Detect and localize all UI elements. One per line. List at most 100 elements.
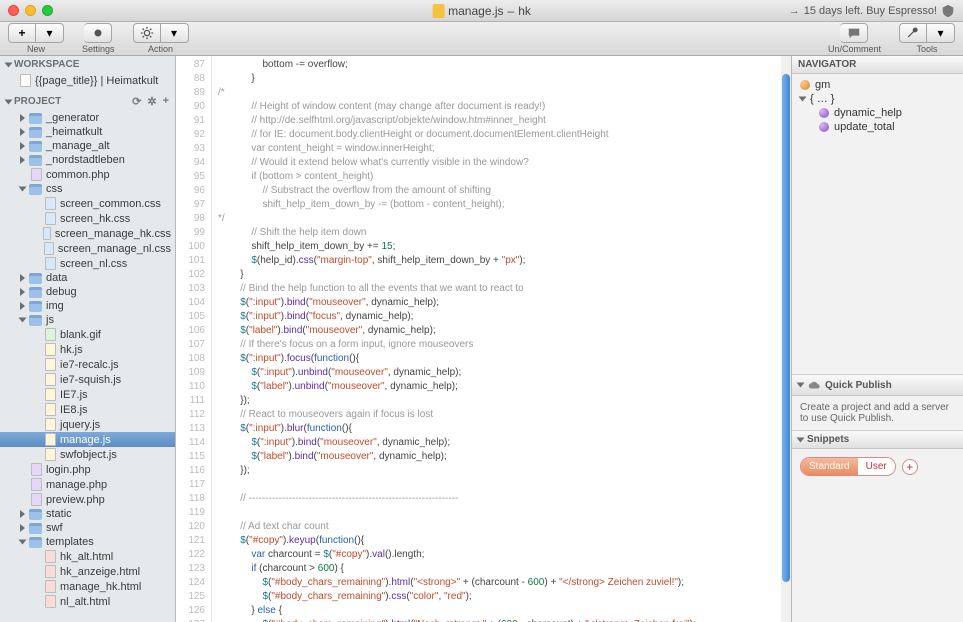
file-item[interactable]: hk_alt.html [0,549,175,564]
navigator-item[interactable]: dynamic_help [798,106,957,120]
folder-item[interactable]: js [0,313,175,327]
navigator-item[interactable]: update_total [798,120,957,134]
file-item[interactable]: ie7-recalc.js [0,357,175,372]
title-app: hk [518,4,531,18]
project-tree: _generator _heimatkult_manage_alt_nordsta… [0,111,175,613]
tools-dropdown[interactable]: ▾ [927,23,955,43]
file-item[interactable]: IE7.js [0,387,175,402]
file-item[interactable]: hk.js [0,342,175,357]
file-item[interactable]: jquery.js [0,417,175,432]
file-item[interactable]: blank.gif [0,327,175,342]
folder-item[interactable]: _heimatkult [0,125,175,139]
disclosure-triangle-icon [19,318,27,323]
file-item[interactable]: screen_manage_hk.css [0,226,175,241]
tools-button[interactable] [899,23,927,43]
folder-item[interactable]: templates [0,535,175,549]
gear-icon [140,26,154,40]
folder-item[interactable]: static [0,507,175,521]
navigator-item[interactable]: { … } [798,92,957,106]
file-item[interactable]: screen_manage_nl.css [0,241,175,256]
project-header[interactable]: PROJECT ⟳ ✲ + [0,92,175,111]
file-icon [45,565,56,578]
file-item[interactable]: login.php [0,462,175,477]
code-editor[interactable]: 8788899091929394959697989910010110210310… [176,56,791,622]
scrollbar-thumb[interactable] [782,74,790,582]
tree-label: ie7-squish.js [60,374,121,386]
folder-item[interactable]: css [0,182,175,196]
navigator-label: dynamic_help [834,107,902,119]
file-item[interactable]: screen_common.css [0,196,175,211]
tree-label: _generator [46,112,99,124]
tree-label: screen_common.css [60,198,161,210]
tree-label: manage.php [46,479,107,491]
quickpublish-header[interactable]: Quick Publish [792,374,963,396]
folder-item[interactable]: _generator [0,111,175,125]
file-item[interactable]: manage_hk.html [0,579,175,594]
new-button[interactable]: + [8,23,36,43]
action-dropdown[interactable]: ▾ [161,23,189,43]
tree-label: manage_hk.html [60,581,141,593]
folder-item[interactable]: img [0,299,175,313]
file-item[interactable]: manage.php [0,477,175,492]
file-item[interactable]: ie7-squish.js [0,372,175,387]
folder-icon [29,523,42,534]
file-item[interactable]: screen_nl.css [0,256,175,271]
refresh-icon[interactable]: ⟳ [132,95,141,108]
gear-icon[interactable]: ✲ [147,95,156,108]
trial-notice[interactable]: → 15 days left. Buy Espresso! [789,4,955,18]
symbol-icon [819,122,829,132]
document-icon [20,74,31,87]
folder-item[interactable]: debug [0,285,175,299]
action-button[interactable] [133,23,161,43]
new-dropdown[interactable]: ▾ [36,23,64,43]
snippets-user-tab[interactable]: User [858,458,895,475]
zoom-window-icon[interactable] [42,5,53,16]
folder-icon [29,155,42,166]
window-titlebar: manage.js – hk → 15 days left. Buy Espre… [0,0,963,22]
code-area[interactable]: bottom -= overflow; }/* // Height of win… [212,56,781,622]
workspace-item[interactable]: {{page_title}} | Heimatkult [0,73,175,88]
minimize-window-icon[interactable] [25,5,36,16]
file-item[interactable]: common.php [0,167,175,182]
navigator-item[interactable]: gm [798,78,957,92]
scrollbar-track[interactable] [781,56,791,622]
settings-button[interactable] [84,23,112,43]
folder-item[interactable]: _manage_alt [0,139,175,153]
tree-label: preview.php [46,494,105,506]
disclosure-triangle-icon [19,540,27,545]
snippets-standard-tab[interactable]: Standard [801,458,858,475]
tree-label: nl_alt.html [60,596,110,608]
folder-item[interactable]: data [0,271,175,285]
tree-label: screen_hk.css [60,213,130,225]
file-icon [45,433,56,446]
folder-item[interactable]: _nordstadtleben [0,153,175,167]
window-title: manage.js – hk [432,4,531,18]
snippets-header[interactable]: Snippets [792,430,963,449]
uncomment-group: Un/Comment [828,23,881,54]
disclosure-triangle-icon [797,437,805,442]
folder-icon [29,127,42,138]
add-snippet-button[interactable]: + [902,459,918,475]
file-item[interactable]: hk_anzeige.html [0,564,175,579]
file-item[interactable]: swfobject.js [0,447,175,462]
add-icon[interactable]: + [163,95,169,108]
disclosure-triangle-icon [5,99,13,104]
file-item[interactable]: nl_alt.html [0,594,175,609]
file-icon [45,550,56,563]
workspace-header[interactable]: WORKSPACE [0,56,175,73]
tree-label: hk_anzeige.html [60,566,140,578]
folder-icon [29,273,42,284]
folder-icon [29,184,42,195]
file-icon [45,358,56,371]
file-item[interactable]: screen_hk.css [0,211,175,226]
file-item[interactable]: manage.js [0,432,175,447]
folder-icon [29,113,42,124]
file-item[interactable]: IE8.js [0,402,175,417]
close-window-icon[interactable] [8,5,19,16]
file-item[interactable]: preview.php [0,492,175,507]
tree-label: _heimatkult [46,126,102,138]
tree-label: data [46,272,67,284]
disclosure-triangle-icon [20,302,25,310]
uncomment-button[interactable] [840,23,868,43]
folder-item[interactable]: swf [0,521,175,535]
